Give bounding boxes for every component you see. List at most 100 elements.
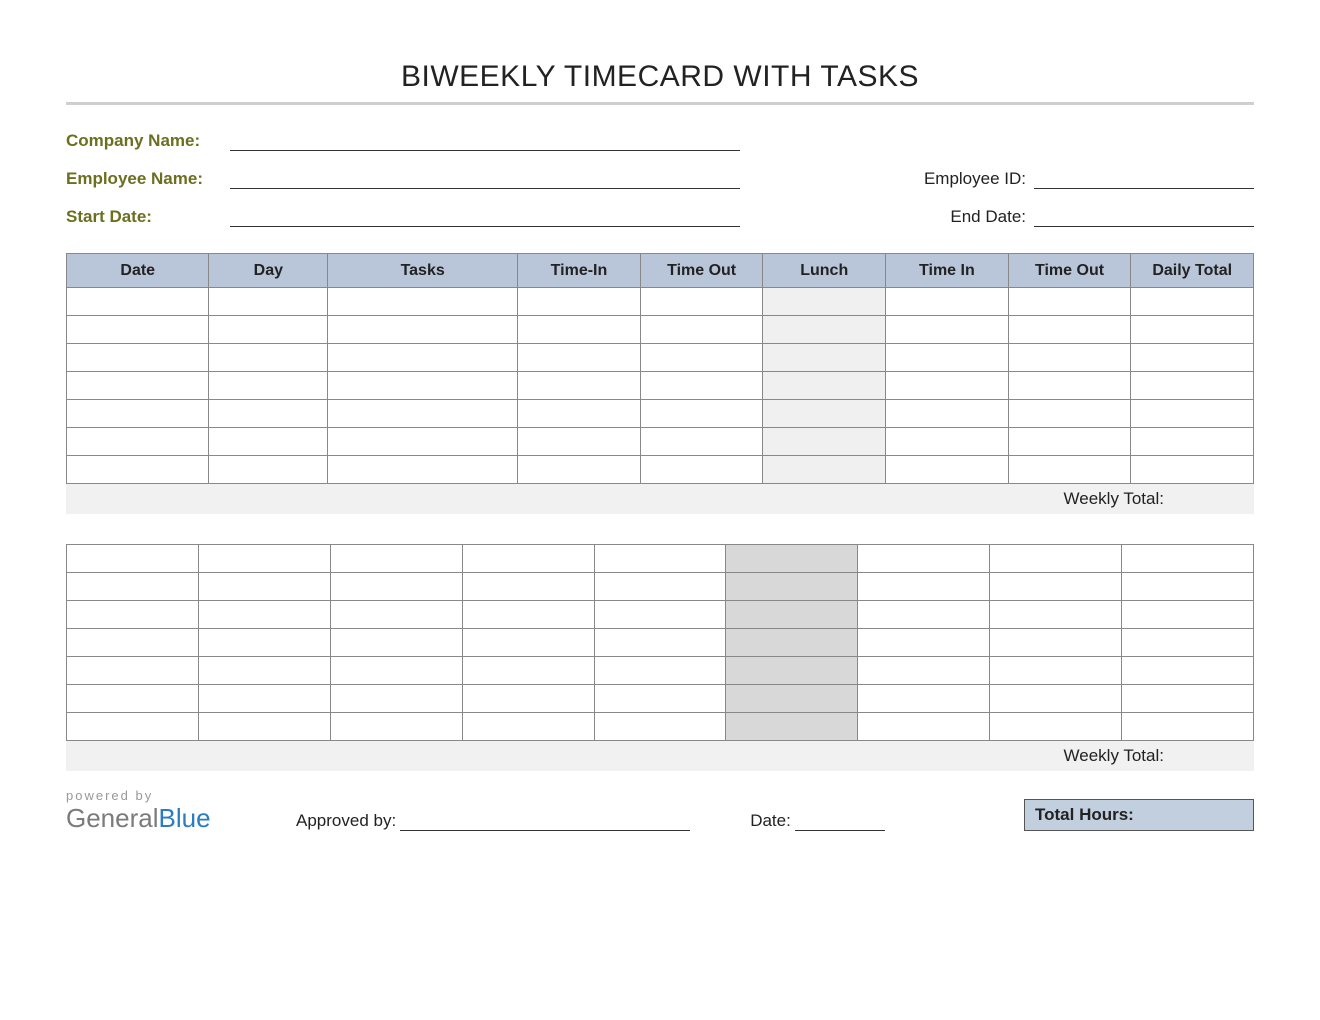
table-cell[interactable] <box>726 545 858 573</box>
table-cell[interactable] <box>763 344 886 372</box>
table-cell[interactable] <box>726 657 858 685</box>
end-date-input[interactable] <box>1034 226 1254 227</box>
table-cell[interactable] <box>67 629 199 657</box>
table-cell[interactable] <box>990 573 1122 601</box>
table-cell[interactable] <box>1008 428 1131 456</box>
table-cell[interactable] <box>67 400 209 428</box>
table-cell[interactable] <box>640 316 763 344</box>
table-cell[interactable] <box>726 573 858 601</box>
table-cell[interactable] <box>328 372 518 400</box>
table-cell[interactable] <box>330 545 462 573</box>
table-cell[interactable] <box>763 428 886 456</box>
table-cell[interactable] <box>1131 372 1254 400</box>
table-cell[interactable] <box>67 685 199 713</box>
table-cell[interactable] <box>858 629 990 657</box>
table-cell[interactable] <box>594 601 726 629</box>
start-date-input[interactable] <box>230 226 740 227</box>
table-cell[interactable] <box>640 400 763 428</box>
table-cell[interactable] <box>1008 344 1131 372</box>
table-cell[interactable] <box>640 288 763 316</box>
approved-by-input[interactable] <box>400 830 690 831</box>
table-cell[interactable] <box>209 288 328 316</box>
table-cell[interactable] <box>462 713 594 741</box>
table-cell[interactable] <box>640 428 763 456</box>
table-cell[interactable] <box>209 344 328 372</box>
table-cell[interactable] <box>1122 545 1254 573</box>
table-cell[interactable] <box>990 629 1122 657</box>
signature-date-input[interactable] <box>795 830 885 831</box>
table-cell[interactable] <box>67 344 209 372</box>
table-cell[interactable] <box>1131 344 1254 372</box>
table-cell[interactable] <box>330 629 462 657</box>
table-cell[interactable] <box>330 657 462 685</box>
table-cell[interactable] <box>330 573 462 601</box>
employee-name-input[interactable] <box>230 188 740 189</box>
table-cell[interactable] <box>209 372 328 400</box>
table-cell[interactable] <box>886 428 1009 456</box>
table-cell[interactable] <box>1008 456 1131 484</box>
table-cell[interactable] <box>1131 400 1254 428</box>
table-cell[interactable] <box>67 573 199 601</box>
table-cell[interactable] <box>518 400 641 428</box>
table-cell[interactable] <box>763 456 886 484</box>
table-cell[interactable] <box>726 713 858 741</box>
table-cell[interactable] <box>209 400 328 428</box>
table-cell[interactable] <box>67 545 199 573</box>
table-cell[interactable] <box>886 288 1009 316</box>
table-cell[interactable] <box>67 456 209 484</box>
table-cell[interactable] <box>67 657 199 685</box>
table-cell[interactable] <box>198 713 330 741</box>
table-cell[interactable] <box>858 685 990 713</box>
table-cell[interactable] <box>990 601 1122 629</box>
table-cell[interactable] <box>67 428 209 456</box>
table-cell[interactable] <box>67 316 209 344</box>
table-cell[interactable] <box>886 456 1009 484</box>
table-cell[interactable] <box>1122 601 1254 629</box>
table-cell[interactable] <box>886 344 1009 372</box>
table-cell[interactable] <box>763 372 886 400</box>
table-cell[interactable] <box>328 288 518 316</box>
table-cell[interactable] <box>594 573 726 601</box>
table-cell[interactable] <box>67 713 199 741</box>
table-cell[interactable] <box>990 657 1122 685</box>
employee-id-input[interactable] <box>1034 188 1254 189</box>
table-cell[interactable] <box>518 316 641 344</box>
table-cell[interactable] <box>209 456 328 484</box>
table-cell[interactable] <box>328 456 518 484</box>
table-cell[interactable] <box>1131 428 1254 456</box>
table-cell[interactable] <box>209 428 328 456</box>
table-cell[interactable] <box>518 344 641 372</box>
table-cell[interactable] <box>518 288 641 316</box>
table-cell[interactable] <box>330 685 462 713</box>
table-cell[interactable] <box>594 713 726 741</box>
table-cell[interactable] <box>518 456 641 484</box>
table-cell[interactable] <box>990 545 1122 573</box>
table-cell[interactable] <box>1131 456 1254 484</box>
table-cell[interactable] <box>518 372 641 400</box>
table-cell[interactable] <box>640 372 763 400</box>
table-cell[interactable] <box>67 372 209 400</box>
company-name-input[interactable] <box>230 150 740 151</box>
table-cell[interactable] <box>990 685 1122 713</box>
table-cell[interactable] <box>198 573 330 601</box>
table-cell[interactable] <box>67 288 209 316</box>
table-cell[interactable] <box>763 400 886 428</box>
table-cell[interactable] <box>462 545 594 573</box>
table-cell[interactable] <box>462 657 594 685</box>
table-cell[interactable] <box>330 601 462 629</box>
table-cell[interactable] <box>990 713 1122 741</box>
table-cell[interactable] <box>640 456 763 484</box>
table-cell[interactable] <box>1008 400 1131 428</box>
table-cell[interactable] <box>1008 316 1131 344</box>
table-cell[interactable] <box>1122 657 1254 685</box>
table-cell[interactable] <box>858 601 990 629</box>
table-cell[interactable] <box>726 629 858 657</box>
table-cell[interactable] <box>67 601 199 629</box>
table-cell[interactable] <box>462 685 594 713</box>
table-cell[interactable] <box>594 657 726 685</box>
table-cell[interactable] <box>462 629 594 657</box>
table-cell[interactable] <box>1122 685 1254 713</box>
table-cell[interactable] <box>198 657 330 685</box>
table-cell[interactable] <box>594 685 726 713</box>
table-cell[interactable] <box>328 400 518 428</box>
